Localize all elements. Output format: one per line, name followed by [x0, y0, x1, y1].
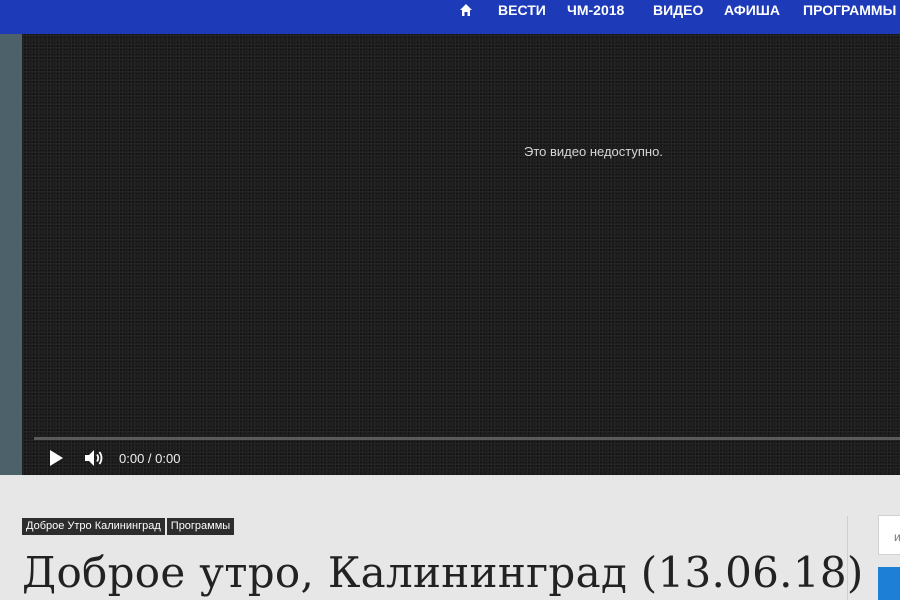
nav-item-chm-2018[interactable]: ЧМ-2018 [567, 2, 624, 18]
tag-dobroe-utro[interactable]: Доброе Утро Калининград [22, 518, 165, 535]
nav-item-vesti[interactable]: ВЕСТИ [498, 2, 546, 18]
page-title: Доброе утро, Калининград (13.06.18) [22, 548, 864, 597]
search-input[interactable]: и [878, 515, 900, 555]
video-player[interactable]: Это видео недоступно. 0:00 / 0:00 [22, 34, 900, 475]
tag-programmy[interactable]: Программы [166, 518, 235, 535]
nav-item-afisha[interactable]: АФИША [724, 2, 780, 18]
video-unavailable-message: Это видео недоступно. [524, 144, 663, 159]
content-divider [847, 516, 848, 600]
video-progress-bar[interactable] [34, 437, 900, 440]
article-tags: Доброе Утро Калининград Программы [22, 516, 236, 535]
home-icon[interactable] [459, 3, 473, 17]
play-icon[interactable] [48, 449, 64, 467]
top-navigation-bar: ВЕСТИ ЧМ-2018 ВИДЕО АФИША ПРОГРАММЫ [0, 0, 900, 34]
left-side-strip [0, 34, 22, 475]
volume-icon[interactable] [84, 448, 106, 468]
nav-item-video[interactable]: ВИДЕО [653, 2, 703, 18]
search-button[interactable] [878, 567, 900, 600]
video-time-display: 0:00 / 0:00 [119, 451, 181, 466]
nav-item-programmy[interactable]: ПРОГРАММЫ [803, 2, 896, 18]
